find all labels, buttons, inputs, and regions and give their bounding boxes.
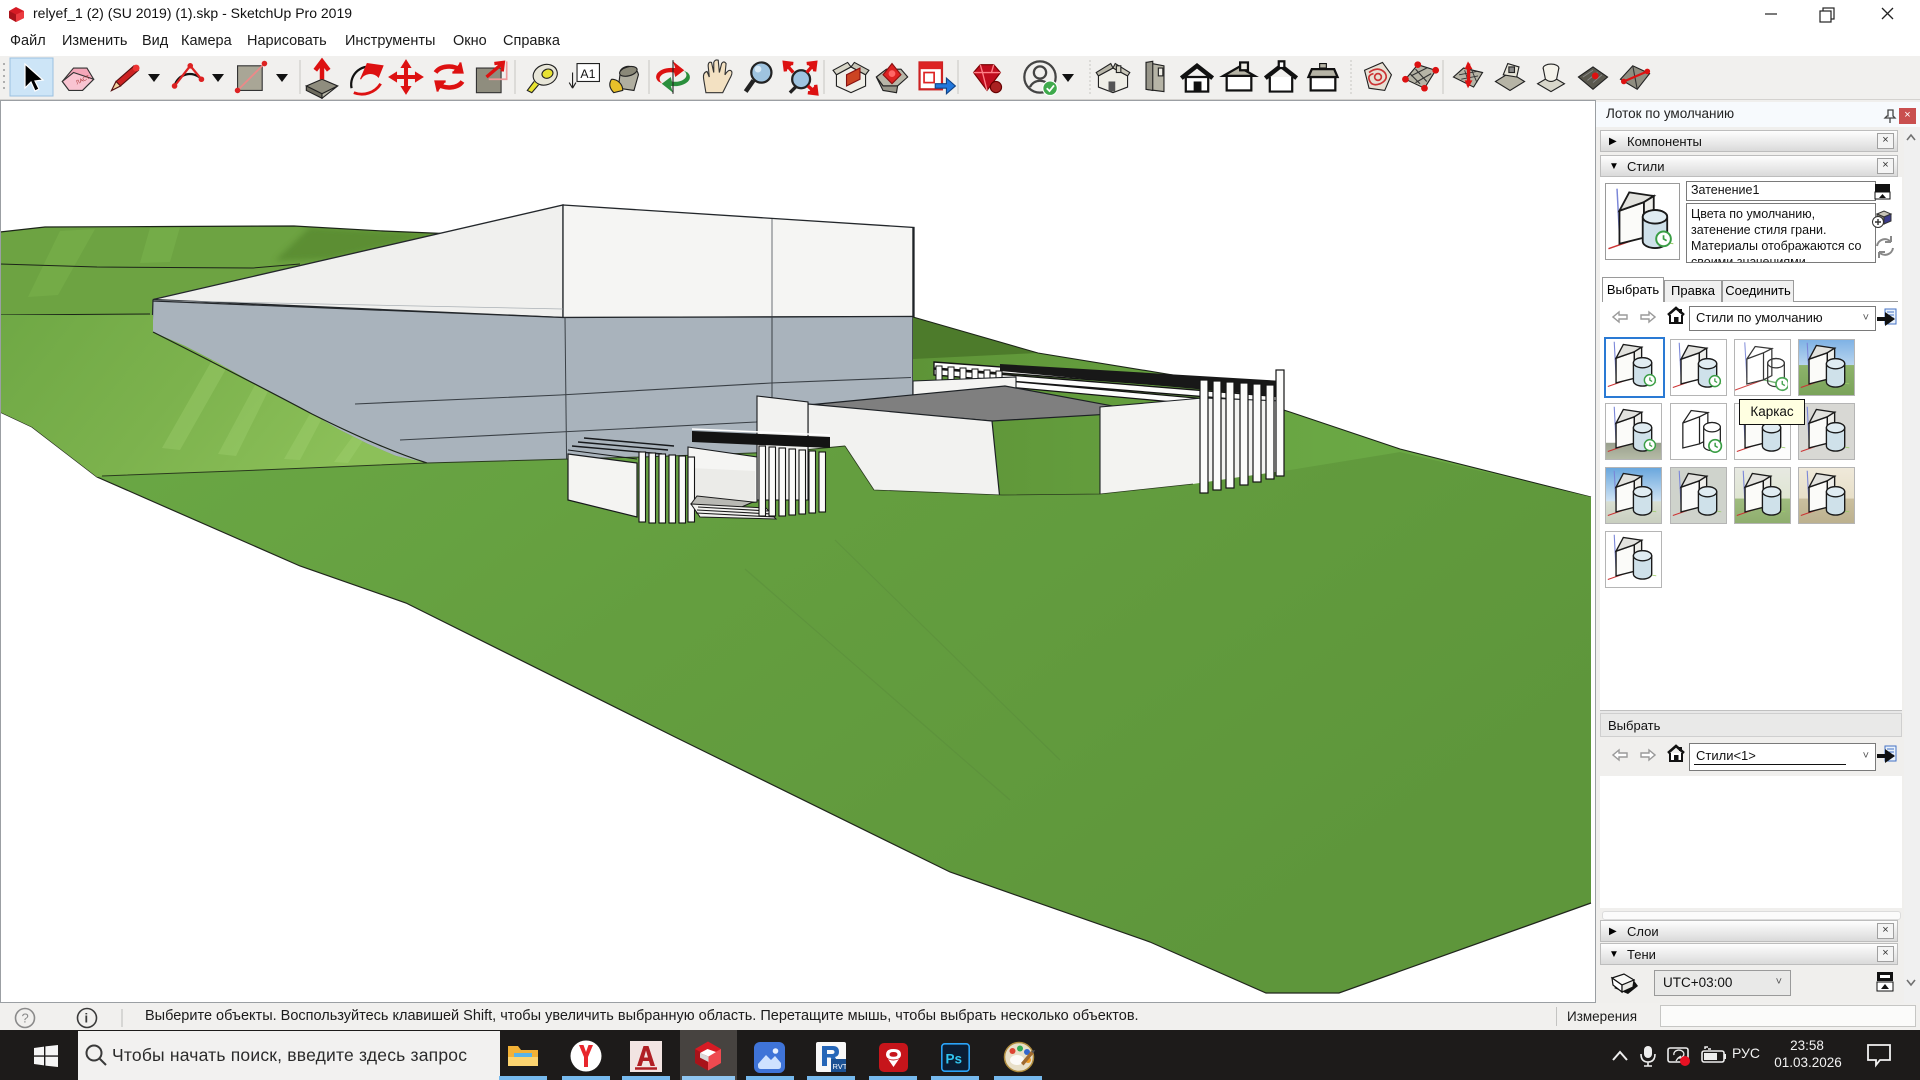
- svg-text:A1: A1: [580, 67, 595, 81]
- svg-text:?: ?: [22, 1011, 29, 1026]
- svg-text:i: i: [85, 1011, 89, 1026]
- svg-text:RVT: RVT: [833, 1062, 847, 1071]
- svg-text:Ps: Ps: [946, 1052, 963, 1067]
- svg-text:РУС: РУС: [1732, 1045, 1760, 1061]
